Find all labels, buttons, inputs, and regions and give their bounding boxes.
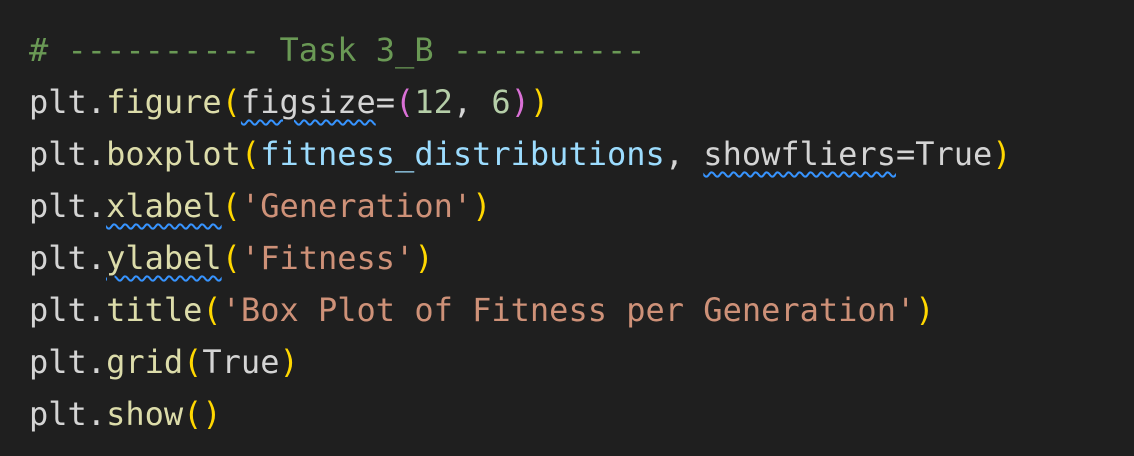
code-editor[interactable]: # ---------- Task 3_B ---------- plt.figu… [0,0,1134,456]
close-paren-token: ) [510,83,530,121]
code-line-2[interactable]: plt.figure(figsize=(12, 6)) [29,76,1134,128]
close-paren-token: ) [279,343,299,381]
equals-token: = [895,135,916,173]
code-line-3[interactable]: plt.boxplot(fitness_distributions, showf… [29,128,1134,180]
ylabel-function-token: ylabel [106,239,222,277]
plt-token: plt [29,395,87,433]
code-line-7[interactable]: plt.grid(True) [29,336,1134,388]
variable-token: fitness_distributions [260,135,665,173]
showfliers-keyword-token: showfliers [703,135,896,173]
close-paren-token: ) [202,395,222,433]
grid-function-token: grid [106,343,184,381]
plt-token: plt [29,135,87,173]
open-paren-token: ( [183,343,203,381]
figsize-keyword-token: figsize [240,83,376,121]
open-paren-token: ( [202,291,222,329]
close-paren-token: ) [472,187,492,225]
plt-token: plt [29,239,87,277]
boolean-token: True [915,135,993,173]
number-token: 6 [491,83,511,121]
show-function-token: show [106,395,184,433]
plt-token: plt [29,291,87,329]
dot-token: . [86,187,107,225]
code-line-1[interactable]: # ---------- Task 3_B ---------- [29,24,1134,76]
boxplot-function-token: boxplot [106,135,241,173]
open-paren-token: ( [395,83,415,121]
close-paren-token: ) [992,135,1012,173]
code-line-8[interactable]: plt.show() [29,388,1134,440]
open-paren-token: ( [221,83,241,121]
xlabel-function-token: xlabel [106,187,222,225]
close-paren-token: ) [915,291,935,329]
dot-token: . [86,395,107,433]
equals-token: = [375,83,396,121]
code-line-4[interactable]: plt.xlabel('Generation') [29,180,1134,232]
code-line-6[interactable]: plt.title('Box Plot of Fitness per Gener… [29,284,1134,336]
dot-token: . [86,239,107,277]
dot-token: . [86,291,107,329]
number-token: 12 [414,83,453,121]
close-paren-token: ) [414,239,434,277]
string-token: 'Fitness' [240,239,415,277]
open-paren-token: ( [240,135,261,173]
boolean-token: True [202,343,280,381]
comma-token: , [664,135,704,173]
open-paren-token: ( [183,395,203,433]
title-function-token: title [106,291,203,329]
figure-function-token: figure [106,83,222,121]
dot-token: . [86,343,107,381]
string-token: 'Box Plot of Fitness per Generation' [221,291,916,329]
plt-token: plt [29,187,87,225]
plt-token: plt [29,83,87,121]
plt-token: plt [29,343,87,381]
code-block[interactable]: # ---------- Task 3_B ---------- plt.figu… [29,24,1134,440]
open-paren-token: ( [221,239,241,277]
code-line-5[interactable]: plt.ylabel('Fitness') [29,232,1134,284]
dot-token: . [86,135,107,173]
close-paren-token: ) [529,83,550,121]
open-paren-token: ( [221,187,241,225]
string-token: 'Generation' [240,187,473,225]
comment-token: # ---------- Task 3_B ---------- [29,31,646,69]
dot-token: . [86,83,107,121]
comma-token: , [452,83,492,121]
